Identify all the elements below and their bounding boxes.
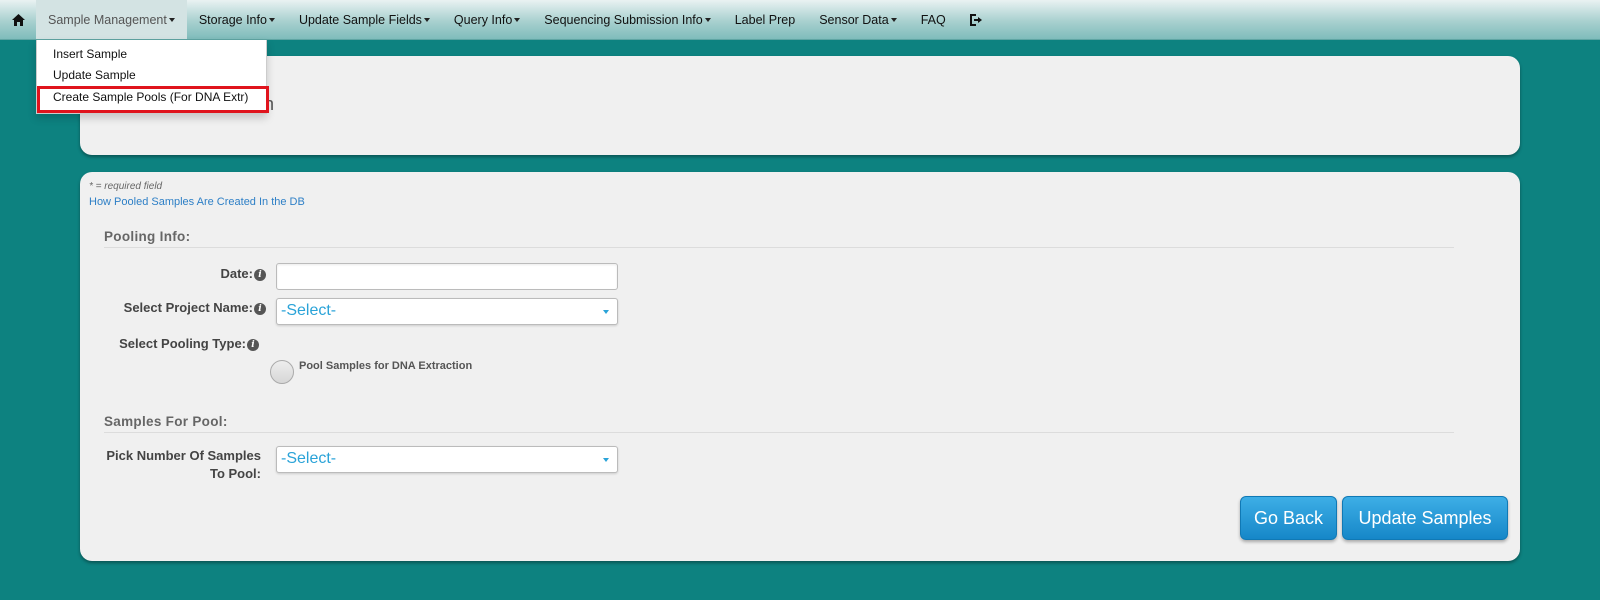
nav-label: Update Sample Fields: [298, 12, 422, 27]
chevron-down-icon: [268, 17, 275, 22]
section-divider: [104, 247, 1454, 248]
chevron-down-icon: [890, 17, 897, 22]
menu-item-insert-sample[interactable]: Insert Sample: [53, 47, 127, 61]
nav-label: Sequencing Submission Info: [544, 12, 703, 27]
page-header-panel: n: [80, 56, 1520, 155]
nav-label: Sensor Data: [819, 12, 889, 27]
pooling-form-panel: * = required field How Pooled Samples Ar…: [80, 172, 1520, 561]
logout-link[interactable]: [958, 0, 995, 39]
home-link[interactable]: [0, 0, 36, 39]
chevron-down-icon: [704, 17, 711, 22]
nav-faq[interactable]: FAQ: [909, 0, 958, 39]
num-samples-label-line-2: To Pool:: [209, 466, 261, 481]
nav-label: Label Prep: [734, 12, 796, 27]
chevron-down-icon: [168, 17, 175, 22]
update-samples-button[interactable]: Update Samples: [1342, 496, 1508, 540]
sample-management-dropdown: Insert Sample Update Sample Create Sampl…: [36, 40, 267, 114]
nav-sensor-data[interactable]: Sensor Data: [807, 0, 908, 39]
logout-icon: [969, 13, 983, 26]
nav-label: Query Info: [453, 12, 513, 27]
go-back-button[interactable]: Go Back: [1240, 496, 1337, 540]
pooling-info-heading: Pooling Info:: [104, 229, 191, 244]
nav-storage-info[interactable]: Storage Info: [187, 0, 287, 39]
project-select-value: -Select-: [281, 302, 337, 319]
required-field-note: * = required field: [89, 181, 163, 192]
project-select[interactable]: -Select-: [276, 298, 618, 325]
pool-dna-extraction-label: Pool Samples for DNA Extraction: [299, 360, 473, 372]
date-label-text: Date:: [220, 266, 253, 281]
pool-dna-extraction-radio[interactable]: [270, 360, 294, 384]
nav-label: Storage Info: [198, 12, 267, 27]
pooling-type-label: Select Pooling Type: i: [119, 336, 259, 351]
samples-for-pool-heading: Samples For Pool:: [104, 414, 228, 429]
date-input[interactable]: [276, 263, 618, 290]
chevron-down-icon: [423, 17, 430, 22]
num-samples-label-line-1: Pick Number Of Samples: [106, 448, 261, 463]
nav-update-sample-fields[interactable]: Update Sample Fields: [287, 0, 442, 39]
help-link[interactable]: How Pooled Samples Are Created In the DB: [89, 196, 305, 208]
chevron-down-icon: [603, 310, 609, 314]
nav-sequencing-submission-info[interactable]: Sequencing Submission Info: [532, 0, 722, 39]
info-icon[interactable]: i: [254, 269, 266, 281]
chevron-down-icon: [514, 17, 521, 22]
project-label: Select Project Name: i: [124, 300, 266, 315]
num-samples-select-value: -Select-: [281, 450, 337, 467]
nav-query-info[interactable]: Query Info: [442, 0, 532, 39]
num-samples-select[interactable]: -Select-: [276, 446, 618, 473]
nav-sample-management[interactable]: Sample Management: [36, 0, 187, 39]
menu-item-update-sample[interactable]: Update Sample: [53, 68, 136, 82]
info-icon[interactable]: i: [254, 303, 266, 315]
date-label: Date: i: [220, 266, 266, 281]
project-label-text: Select Project Name:: [123, 300, 253, 315]
nav-label: Sample Management: [48, 12, 167, 27]
chevron-down-icon: [603, 458, 609, 462]
nav-label-prep[interactable]: Label Prep: [723, 0, 807, 39]
info-icon[interactable]: i: [247, 339, 259, 351]
pooling-type-label-text: Select Pooling Type:: [119, 336, 246, 351]
home-icon: [12, 13, 25, 26]
nav-label: FAQ: [920, 12, 946, 27]
menu-item-create-sample-pools[interactable]: Create Sample Pools (For DNA Extr): [53, 90, 248, 104]
top-navbar: Sample Management Storage Info Update Sa…: [0, 0, 1600, 40]
section-divider: [104, 432, 1454, 433]
